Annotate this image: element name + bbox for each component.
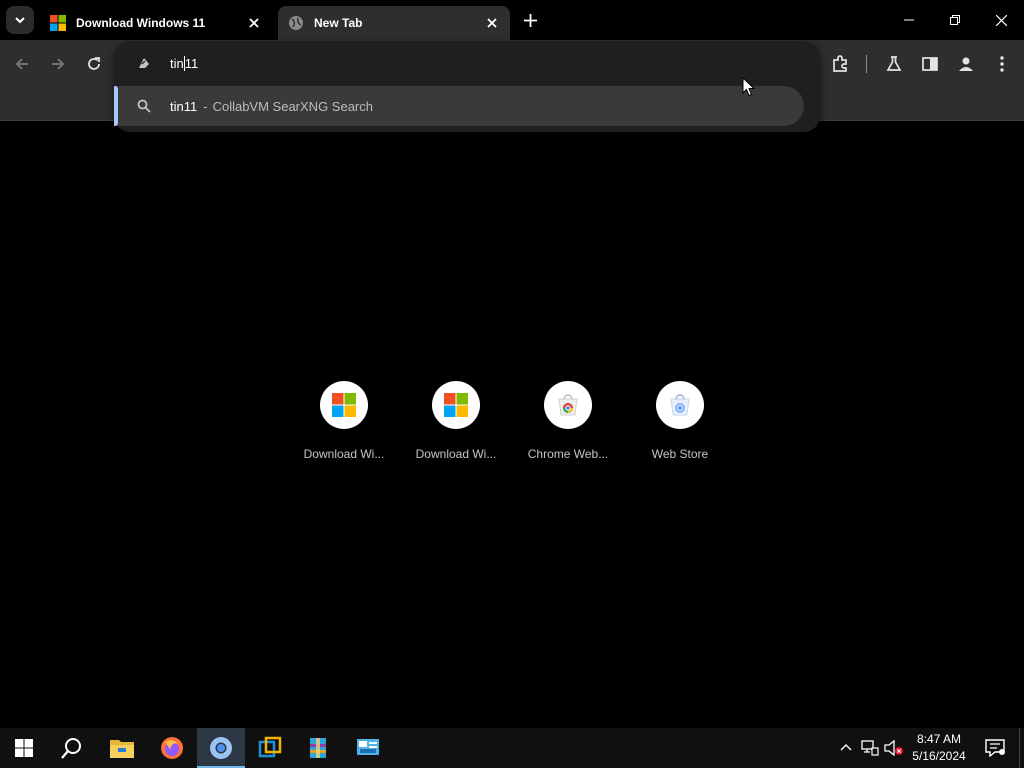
search-icon: [137, 99, 151, 113]
tile-icon-circle: [544, 381, 592, 429]
arrow-left-icon: [15, 58, 28, 70]
start-button[interactable]: [0, 728, 48, 768]
chevron-up-icon: [840, 744, 852, 751]
shortcut-tiles: Download Wi... Download Wi... Chrome Web…: [288, 378, 736, 478]
minimize-button[interactable]: [886, 0, 932, 40]
search-icon: [61, 738, 81, 759]
restore-button[interactable]: [932, 0, 978, 40]
minimize-icon: [904, 19, 914, 21]
tab-title: New Tab: [314, 16, 363, 30]
tile-title: Download Wi...: [415, 447, 497, 461]
profile-button[interactable]: [952, 50, 980, 78]
volume-muted-icon: [884, 740, 903, 756]
close-tab-button[interactable]: [484, 15, 500, 31]
taskbar-winrar[interactable]: [294, 728, 342, 768]
omnibox-dropdown: tin11 tin11 - CollabVM SearXNG Search: [114, 41, 820, 132]
close-window-button[interactable]: [978, 0, 1024, 40]
system-clock[interactable]: 8:47 AM 5/16/2024: [904, 731, 974, 765]
action-center-button[interactable]: [980, 728, 1010, 768]
side-panel-button[interactable]: [916, 50, 944, 78]
flask-icon: [886, 56, 902, 71]
search-engine-icon: [139, 58, 149, 68]
taskbar-virtualbox[interactable]: [246, 728, 294, 768]
chevron-down-icon: [15, 17, 25, 24]
tile-title: Chrome Web...: [527, 447, 609, 461]
virtualbox-icon: [258, 736, 282, 758]
firefox-icon: [161, 737, 183, 759]
microsoft-logo-icon: [50, 15, 66, 31]
labs-button[interactable]: [880, 50, 908, 78]
shortcut-tile[interactable]: Web Store: [624, 378, 736, 478]
suggestion-focus-indicator: [114, 86, 118, 126]
start-icon: [15, 739, 33, 757]
globe-icon: [289, 16, 303, 30]
taskbar-firefox[interactable]: [148, 728, 196, 768]
arrow-right-icon: [52, 58, 65, 70]
file-explorer-icon: [110, 740, 134, 758]
tab-search-button[interactable]: [6, 6, 34, 34]
tile-icon-circle: [432, 381, 480, 429]
shortcut-tile[interactable]: Download Wi...: [400, 378, 512, 478]
address-bar[interactable]: tin11: [114, 41, 820, 85]
close-tab-button[interactable]: [246, 15, 262, 31]
address-text-after-caret: 11: [184, 55, 199, 71]
tile-icon-circle: [320, 381, 368, 429]
taskbar-chrome[interactable]: [197, 728, 245, 768]
taskbar-search-button[interactable]: [48, 728, 96, 768]
restore-icon: [950, 15, 960, 25]
taskbar-file-explorer[interactable]: [98, 728, 146, 768]
control-panel-icon: [357, 739, 379, 755]
tile-title: Download Wi...: [303, 447, 385, 461]
show-hidden-icons-button[interactable]: [836, 738, 856, 758]
clock-date: 5/16/2024: [912, 749, 966, 763]
puzzle-icon: [833, 55, 847, 72]
clock-time: 8:47 AM: [916, 732, 962, 746]
tab-title: Download Windows 11: [76, 16, 206, 30]
suggestion-description: CollabVM SearXNG Search: [212, 98, 373, 114]
volume-tray-button[interactable]: [884, 738, 904, 758]
chrome-web-store-icon: [558, 394, 578, 416]
network-icon: [861, 740, 879, 756]
microsoft-logo-icon: [332, 393, 356, 417]
tab-download-windows[interactable]: Download Windows 11: [40, 6, 272, 40]
extensions-button[interactable]: [826, 50, 854, 78]
suggestion-separator: -: [203, 98, 208, 114]
new-tab-button[interactable]: [518, 8, 542, 32]
network-tray-button[interactable]: [860, 738, 880, 758]
suggestion-query: tin11: [170, 98, 198, 114]
winrar-icon: [310, 738, 326, 758]
back-button[interactable]: [8, 50, 36, 78]
close-icon: [487, 18, 497, 28]
tile-icon-circle: [656, 381, 704, 429]
windows-taskbar: 8:47 AM 5/16/2024: [0, 728, 1024, 768]
more-vertical-icon: [1000, 56, 1004, 72]
mouse-cursor-icon: [742, 77, 756, 97]
close-icon: [995, 14, 1007, 26]
notification-icon: [985, 739, 1005, 757]
address-text-before-caret: tin: [170, 55, 184, 71]
tab-new-tab[interactable]: New Tab: [278, 6, 510, 40]
taskbar-control-panel[interactable]: [344, 728, 392, 768]
shortcut-tile[interactable]: Download Wi...: [288, 378, 400, 478]
plus-icon: [523, 13, 537, 27]
person-icon: [959, 57, 973, 71]
forward-button[interactable]: [44, 50, 72, 78]
chrome-web-store-icon: [670, 394, 690, 416]
menu-button[interactable]: [988, 50, 1016, 78]
reload-button[interactable]: [80, 50, 108, 78]
microsoft-logo-icon: [444, 393, 468, 417]
omnibox-suggestion[interactable]: tin11 - CollabVM SearXNG Search: [114, 86, 804, 126]
show-desktop-button[interactable]: [1019, 728, 1024, 768]
close-icon: [249, 18, 259, 28]
tab-strip: Download Windows 11 New Tab: [0, 0, 1024, 40]
side-panel-icon: [922, 57, 938, 71]
chrome-icon: [210, 737, 232, 759]
tile-title: Web Store: [651, 447, 709, 461]
address-input[interactable]: tin11: [170, 55, 199, 71]
reload-icon: [88, 57, 100, 70]
shortcut-tile[interactable]: Chrome Web...: [512, 378, 624, 478]
toolbar-divider: [866, 55, 867, 73]
